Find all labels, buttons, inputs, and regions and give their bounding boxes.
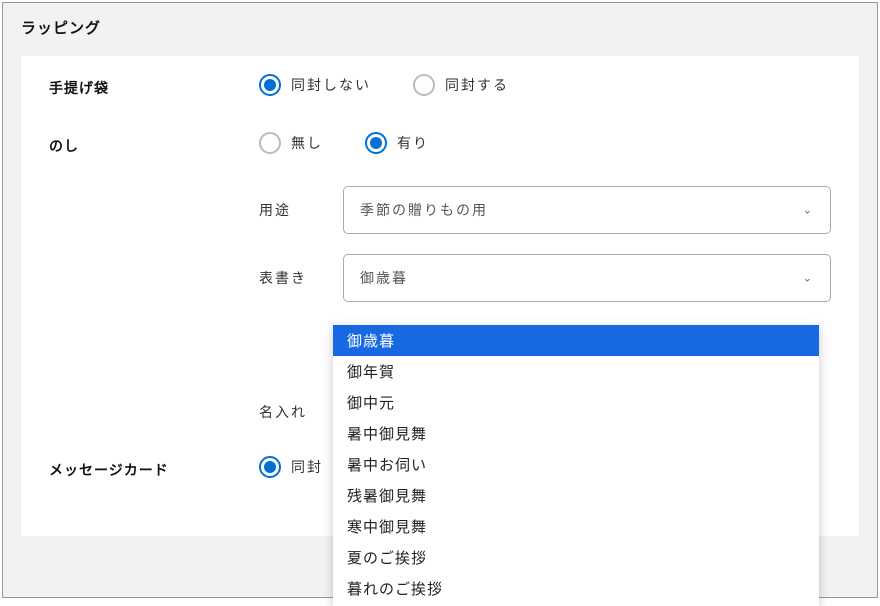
noshi-radio-no[interactable]: 無し <box>259 132 323 154</box>
name-label: 名入れ <box>259 402 343 422</box>
chevron-down-icon: ⌄ <box>803 204 814 217</box>
dropdown-item[interactable]: 御中元 <box>333 387 819 418</box>
noshi-radio-yes[interactable]: 有り <box>365 132 429 154</box>
noshi-radio-no-label: 無し <box>291 133 323 153</box>
noshi-radio-group: 無し 有り <box>259 132 831 154</box>
dropdown-item[interactable]: 御歳暮 <box>333 325 819 356</box>
radio-icon <box>413 74 435 96</box>
bag-radio-yes[interactable]: 同封する <box>413 74 509 96</box>
section-title: ラッピング <box>21 17 859 38</box>
message-card-label: メッセージカード <box>49 456 259 480</box>
bag-radio-group: 同封しない 同封する <box>259 74 831 96</box>
purpose-select[interactable]: 季節の贈りもの用 ⌄ <box>343 186 831 234</box>
dropdown-item[interactable]: 夏のご挨拶 <box>333 542 819 573</box>
dropdown-item[interactable]: 残暑御見舞 <box>333 480 819 511</box>
app-frame: ラッピング 手提げ袋 同封しない 同封する のし <box>2 2 878 598</box>
chevron-down-icon: ⌄ <box>803 272 814 285</box>
heading-label: 表書き <box>259 268 343 288</box>
purpose-label: 用途 <box>259 200 343 220</box>
bag-radio-no-label: 同封しない <box>291 75 371 95</box>
bag-radio-yes-label: 同封する <box>445 75 509 95</box>
heading-select[interactable]: 御歳暮 ⌄ <box>343 254 831 302</box>
radio-icon <box>259 132 281 154</box>
heading-dropdown[interactable]: 御歳暮 御年賀 御中元 暑中御見舞 暑中お伺い 残暑御見舞 寒中御見舞 夏のご挨… <box>333 325 819 606</box>
bag-row: 手提げ袋 同封しない 同封する <box>49 74 831 98</box>
message-card-radio[interactable]: 同封 <box>259 456 323 478</box>
dropdown-item[interactable]: 暑中お伺い <box>333 449 819 480</box>
noshi-radio-yes-label: 有り <box>397 133 429 153</box>
dropdown-item[interactable]: 御年賀 <box>333 356 819 387</box>
dropdown-item[interactable]: 暮れのご挨拶 <box>333 573 819 604</box>
purpose-select-value: 季節の贈りもの用 <box>360 200 488 220</box>
noshi-label: のし <box>49 132 259 156</box>
radio-icon <box>365 132 387 154</box>
message-card-radio-label: 同封 <box>291 457 323 477</box>
heading-select-value: 御歳暮 <box>360 268 408 288</box>
purpose-row: 用途 季節の贈りもの用 ⌄ <box>259 186 831 234</box>
radio-icon <box>259 456 281 478</box>
radio-icon <box>259 74 281 96</box>
dropdown-item[interactable]: 寒中御見舞 <box>333 511 819 542</box>
bag-radio-no[interactable]: 同封しない <box>259 74 371 96</box>
dropdown-item[interactable]: 暑中御見舞 <box>333 418 819 449</box>
heading-row: 表書き 御歳暮 ⌄ <box>259 254 831 302</box>
bag-label: 手提げ袋 <box>49 74 259 98</box>
